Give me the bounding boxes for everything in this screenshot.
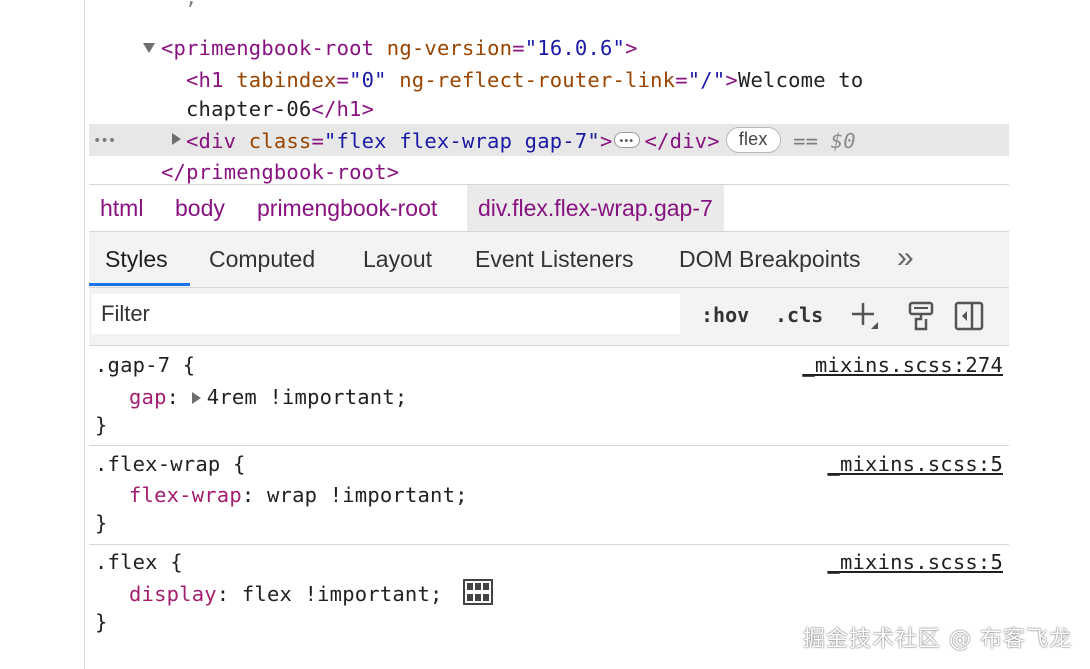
root-tag-name: primengbook-root [173,36,375,60]
root-close-tag[interactable]: </primengbook-root> [161,157,399,185]
filter-input[interactable] [92,294,680,334]
h1-close-tag: </h1> [311,97,375,121]
h1-tag-name: h1 [198,68,224,92]
root-attr-value: "16.0.6" [524,36,626,60]
sidebar-toggle-icon[interactable] [953,300,985,332]
h1-text-continued[interactable]: chapter-06</h1> [186,94,374,124]
breadcrumb: html body primengbook-root div.flex.flex… [89,184,1009,232]
property-value[interactable]: flex !important; [242,582,443,606]
rule-close-brace: } [95,610,108,634]
clipped-line: , [185,0,198,12]
h1-attr1-name: tabindex [236,68,337,92]
breadcrumb-item-html[interactable]: html [89,185,154,231]
property-name[interactable]: display [129,582,217,606]
more-tabs-icon[interactable]: » [897,230,914,285]
paint-brush-icon[interactable] [905,300,937,332]
style-rule-gap-7: .gap-7 { _mixins.scss:274 gap: 4rem !imp… [89,346,1009,446]
root-open-tag[interactable]: <primengbook-root ng-version="16.0.6"> [161,33,638,63]
rule-source-link[interactable]: _mixins.scss:5 [827,547,1003,577]
breadcrumb-item-body[interactable]: body [164,185,236,231]
dollar-zero: $0 [830,129,856,153]
h1-text-line1: Welcome to [737,68,864,92]
rule-declaration[interactable]: gap: 4rem !important; [129,382,407,412]
filter-bar: :hov .cls [89,288,1009,346]
row-dots-icon[interactable]: ••• [93,126,116,156]
root-close-tag-text: </primengbook-root> [161,160,400,184]
div-tag-name: div [198,129,237,153]
rule-declaration[interactable]: display: flex !important; [129,579,494,609]
watermark: 掘金技术社区 @ 布客飞龙 [803,627,1072,652]
h1-text-line2: chapter-06 [186,97,312,121]
styles-tabs: Styles Computed Layout Event Listeners D… [89,232,1009,288]
tab-dom-breakpoints[interactable]: DOM Breakpoints [679,232,861,287]
tab-layout[interactable]: Layout [363,232,432,287]
flex-badge[interactable]: flex [725,127,781,153]
expand-triangle-icon[interactable] [172,133,181,145]
cls-toggle[interactable]: .cls [775,297,823,333]
rule-selector[interactable]: .gap-7 { [95,350,195,380]
collapsed-children-icon[interactable] [614,127,641,157]
h1-open-tag[interactable]: <h1 tabindex="0" ng-reflect-router-link=… [186,65,863,95]
rule-selector[interactable]: .flex { [95,547,183,577]
rule-declaration[interactable]: flex-wrap: wrap !important; [129,480,468,510]
flexbox-editor-icon[interactable] [463,579,494,605]
div-attr-value: "flex flex-wrap gap-7" [324,129,600,153]
div-close-tag: </div> [644,129,720,153]
div-attr-name: class [248,129,312,153]
property-name[interactable]: gap [129,385,167,409]
property-value[interactable]: wrap !important; [267,483,468,507]
new-rule-icon[interactable] [849,300,881,332]
tab-event-listeners[interactable]: Event Listeners [475,232,634,287]
rule-selector[interactable]: .flex-wrap { [95,449,246,479]
div-open-tag[interactable]: <div class="flex flex-wrap gap-7"></div>… [186,126,856,157]
h1-attr2-name: ng-reflect-router-link [399,68,676,92]
property-value[interactable]: 4rem !important; [207,385,408,409]
tab-computed[interactable]: Computed [209,232,315,287]
devtools-panel: , <primengbook-root ng-version="16.0.6">… [84,0,1009,669]
style-rule-flex-wrap: .flex-wrap { _mixins.scss:5 flex-wrap: w… [89,446,1009,545]
h1-attr2-value: "/" [687,68,726,92]
property-name[interactable]: flex-wrap [129,483,242,507]
active-tab-indicator [89,283,190,286]
collapse-triangle-icon[interactable] [143,43,155,53]
breadcrumb-item-primengbook-root[interactable]: primengbook-root [246,185,448,231]
rule-close-brace: } [95,413,108,437]
breadcrumb-item-div[interactable]: div.flex.flex-wrap.gap-7 [467,185,724,231]
tab-styles[interactable]: Styles [105,232,168,287]
rule-source-link[interactable]: _mixins.scss:274 [802,350,1003,380]
h1-attr1-value: "0" [349,68,387,92]
rule-close-brace: } [95,511,108,535]
hov-toggle[interactable]: :hov [701,297,749,333]
rule-source-link[interactable]: _mixins.scss:5 [827,449,1003,479]
expand-shorthand-icon[interactable] [191,392,201,404]
equals-sign: == [793,129,819,153]
root-attr-name: ng-version [386,36,513,60]
